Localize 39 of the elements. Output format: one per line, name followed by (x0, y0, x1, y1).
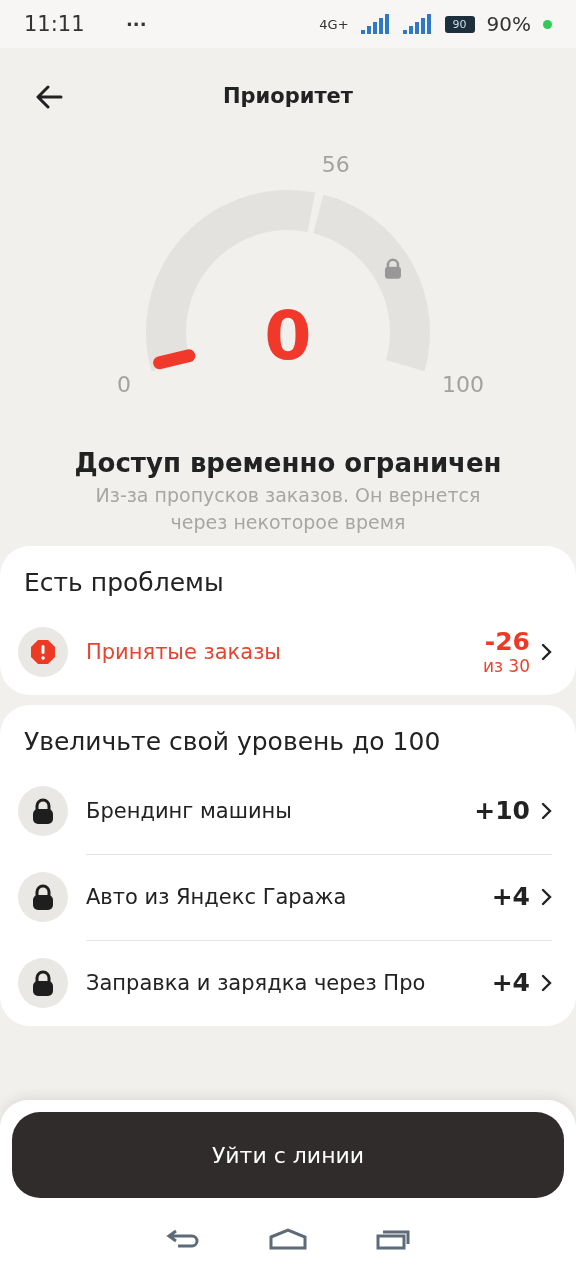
lock-icon (18, 872, 68, 922)
back-nav-icon[interactable] (166, 1228, 201, 1250)
status-subtitle: Из-за пропусков заказов. Он вернется через некоторое время (94, 483, 482, 535)
status-title: Доступ временно ограничен (73, 448, 503, 478)
network-type: 4G+ (319, 16, 349, 32)
section-title: Увеличьте свой уровень до 100 (24, 727, 442, 756)
gauge-threshold-label: 56 (321, 152, 350, 178)
gauge-marker (153, 349, 196, 370)
chevron-right-icon (540, 974, 552, 992)
battery-percent: 90% (486, 12, 531, 36)
item-limit: из 30 (482, 656, 530, 676)
chevron-right-icon (540, 643, 552, 661)
gauge-max-label: 100 (442, 372, 484, 397)
lock-icon (18, 786, 68, 836)
item-label[interactable]: Принятые заказы (86, 640, 473, 664)
gauge-value: 0 (264, 296, 312, 375)
item-points: +4 (491, 969, 530, 997)
page-title: Приоритет (222, 84, 354, 108)
signal-icon (402, 14, 433, 34)
item-label[interactable]: Брендинг машины (86, 798, 465, 823)
warning-icon (18, 627, 68, 677)
recent-apps-icon[interactable] (375, 1228, 410, 1250)
lock-icon (18, 958, 68, 1008)
chevron-right-icon (540, 801, 552, 820)
go-offline-button[interactable]: Уйти с линии (12, 1112, 564, 1198)
battery-icon: 90 (444, 15, 475, 33)
home-icon[interactable] (269, 1228, 307, 1250)
item-label[interactable]: Авто из Яндекс Гаража (86, 884, 482, 909)
chevron-right-icon (540, 887, 552, 906)
item-points: +10 (474, 796, 530, 825)
item-points: -26 (484, 628, 530, 656)
signal-icon (360, 14, 391, 34)
item-label[interactable]: Заправка и зарядка через Про (86, 971, 482, 995)
section-title: Есть проблемы (24, 568, 225, 597)
status-time: 11:11 (24, 12, 86, 36)
more-notifications-icon: ··· (126, 13, 308, 35)
gauge-min-label: 0 (117, 372, 131, 397)
indicator-dot (543, 19, 552, 29)
item-points: +4 (491, 882, 530, 911)
